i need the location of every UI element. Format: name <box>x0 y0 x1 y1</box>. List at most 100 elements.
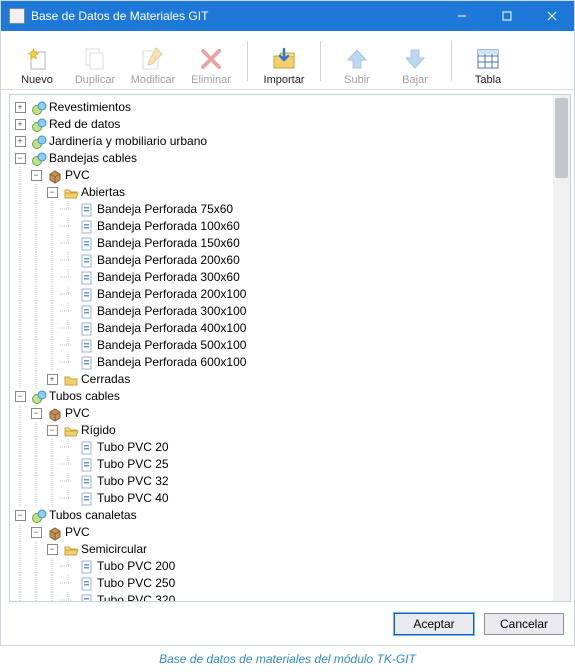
importar-button[interactable]: Importar <box>256 35 312 87</box>
cancel-button[interactable]: Cancelar <box>484 613 564 635</box>
tree-row[interactable]: −Bandejas cables <box>12 150 568 167</box>
folder-icon <box>63 372 79 388</box>
scrollbar[interactable] <box>553 95 570 601</box>
expand-icon[interactable]: + <box>47 374 58 385</box>
table-icon <box>475 45 501 73</box>
tree-row[interactable]: Tubo PVC 200 <box>12 558 568 575</box>
accept-button[interactable]: Aceptar <box>394 613 474 635</box>
tree-label: Bandeja Perforada 75x60 <box>97 201 233 218</box>
item-icon <box>79 253 95 269</box>
tree-row[interactable]: −Abiertas <box>12 184 568 201</box>
tree-row[interactable]: Bandeja Perforada 100x60 <box>12 218 568 235</box>
caption-text: Base de datos de materiales del módulo T… <box>0 646 575 672</box>
expand-icon[interactable]: + <box>15 136 26 147</box>
tree-row[interactable]: Bandeja Perforada 200x60 <box>12 252 568 269</box>
folder-open-icon <box>63 542 79 558</box>
tree-row[interactable]: +Jardinería y mobiliario urbano <box>12 133 568 150</box>
toolbar-label: Importar <box>264 74 305 86</box>
toolbar-label: Tabla <box>475 74 501 86</box>
app-icon <box>9 8 25 24</box>
tree-row[interactable]: Tubo PVC 32 <box>12 473 568 490</box>
tree-row[interactable]: − Semicircular <box>12 541 568 558</box>
minimize-button[interactable] <box>439 1 484 31</box>
tree-row[interactable]: Tubo PVC 320 <box>12 592 568 602</box>
tree-label: Tubos cables <box>49 388 120 405</box>
collapse-icon[interactable]: − <box>31 527 42 538</box>
tree-row[interactable]: Bandeja Perforada 300x100 <box>12 303 568 320</box>
expand-icon[interactable]: + <box>15 102 26 113</box>
toolbar-label: Subir <box>344 74 370 86</box>
arrow-down-icon <box>402 45 428 73</box>
tree-label: Red de datos <box>49 116 120 133</box>
tabla-button[interactable]: Tabla <box>460 35 516 87</box>
tree-row[interactable]: +Revestimientos <box>12 99 568 116</box>
tree-row[interactable]: − Tubos canaletas <box>12 507 568 524</box>
tree-row[interactable]: − PVC <box>12 524 568 541</box>
tree-label: Bandeja Perforada 500x100 <box>97 337 246 354</box>
toolbar-separator <box>247 41 248 81</box>
tree-label: PVC <box>65 405 90 422</box>
tree-row[interactable]: + Red de datos <box>12 116 568 133</box>
duplicar-button: Duplicar <box>67 35 123 87</box>
tree-row[interactable]: Bandeja Perforada 200x100 <box>12 286 568 303</box>
window-title: Base de Datos de Materiales GIT <box>31 9 439 23</box>
tree-label: Bandeja Perforada 150x60 <box>97 235 240 252</box>
box-icon <box>47 525 63 541</box>
collapse-icon[interactable]: − <box>15 153 26 164</box>
tree-row[interactable]: Bandeja Perforada 500x100 <box>12 337 568 354</box>
item-icon <box>79 440 95 456</box>
maximize-button[interactable] <box>484 1 529 31</box>
tree-label: PVC <box>65 524 90 541</box>
item-icon <box>79 559 95 575</box>
tree-row[interactable]: Bandeja Perforada 75x60 <box>12 201 568 218</box>
pages-icon <box>82 45 108 73</box>
toolbar-label: Bajar <box>402 74 428 86</box>
tree-row[interactable]: Tubo PVC 20 <box>12 439 568 456</box>
tree-row[interactable]: +Cerradas <box>12 371 568 388</box>
folder-open-icon <box>63 423 79 439</box>
item-icon <box>79 236 95 252</box>
collapse-icon[interactable]: − <box>31 170 42 181</box>
tree-label: Tubo PVC 32 <box>97 473 169 490</box>
tree-row[interactable]: Tubo PVC 40 <box>12 490 568 507</box>
collapse-icon[interactable]: − <box>47 187 58 198</box>
tree-row[interactable]: Bandeja Perforada 400x100 <box>12 320 568 337</box>
tree-view[interactable]: +Revestimientos+Red de datos+Jardinería … <box>9 94 571 602</box>
tree-label: Tubo PVC 200 <box>97 558 175 575</box>
box-icon <box>47 406 63 422</box>
tree-row[interactable]: −PVC <box>12 167 568 184</box>
tree-row[interactable]: − Rígido <box>12 422 568 439</box>
expand-icon[interactable]: + <box>15 119 26 130</box>
close-button[interactable] <box>529 1 574 31</box>
folder-open-icon <box>63 185 79 201</box>
scroll-thumb[interactable] <box>555 98 568 178</box>
tree-row[interactable]: Bandeja Perforada 150x60 <box>12 235 568 252</box>
collapse-icon[interactable]: − <box>15 391 26 402</box>
tree-label: Bandeja Perforada 300x60 <box>97 269 240 286</box>
tree-row[interactable]: Bandeja Perforada 300x60 <box>12 269 568 286</box>
tree-label: Bandeja Perforada 400x100 <box>97 320 246 337</box>
toolbar-label: Duplicar <box>75 74 115 86</box>
bajar-button: Bajar <box>387 35 443 87</box>
collapse-icon[interactable]: − <box>31 408 42 419</box>
tree-label: Rígido <box>81 422 116 439</box>
tree-row[interactable]: Bandeja Perforada 600x100 <box>12 354 568 371</box>
tree-label: Tubo PVC 25 <box>97 456 169 473</box>
tree-label: Tubo PVC 20 <box>97 439 169 456</box>
tree-row[interactable]: − PVC <box>12 405 568 422</box>
cat-icon <box>31 117 47 133</box>
collapse-icon[interactable]: − <box>47 544 58 555</box>
collapse-icon[interactable]: − <box>15 510 26 521</box>
toolbar-label: Eliminar <box>191 74 231 86</box>
tree-row[interactable]: Tubo PVC 25 <box>12 456 568 473</box>
new-star-icon <box>24 45 50 73</box>
nuevo-button[interactable]: Nuevo <box>9 35 65 87</box>
dialog-buttons: Aceptar Cancelar <box>1 605 574 645</box>
tree-label: Tubos canaletas <box>49 507 137 524</box>
collapse-icon[interactable]: − <box>47 425 58 436</box>
tree-row[interactable]: Tubo PVC 250 <box>12 575 568 592</box>
item-icon <box>79 304 95 320</box>
item-icon <box>79 593 95 603</box>
tree-label: Semicircular <box>81 541 147 558</box>
tree-row[interactable]: − Tubos cables <box>12 388 568 405</box>
